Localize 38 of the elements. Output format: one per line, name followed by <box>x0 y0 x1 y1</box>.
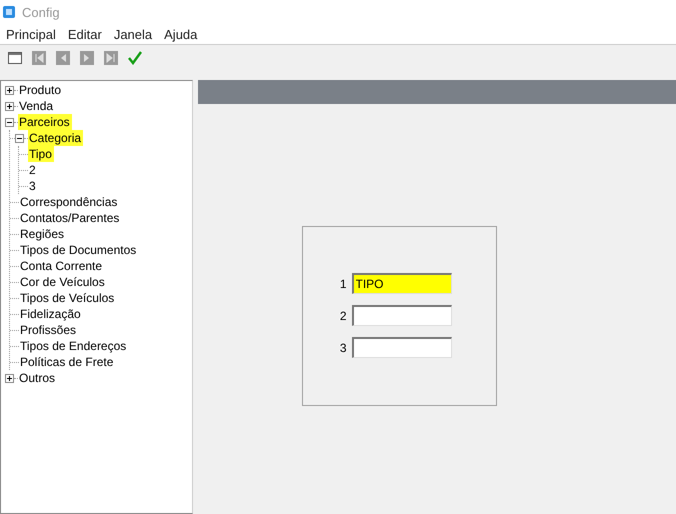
tree-item[interactable]: Outros <box>18 370 58 386</box>
tree-item[interactable]: Profissões <box>19 322 78 338</box>
tree-item[interactable]: Tipos de Endereços <box>19 338 128 354</box>
tree-item[interactable]: Produto <box>18 82 64 98</box>
tree-item[interactable]: Venda <box>18 98 56 114</box>
expand-icon[interactable] <box>5 374 14 382</box>
tree-item[interactable]: Fidelização <box>19 306 83 322</box>
menu-item[interactable]: Principal <box>0 26 62 42</box>
tree-item[interactable]: Correspondências <box>19 194 120 210</box>
tree-item[interactable]: Tipo <box>28 146 54 162</box>
tree-item[interactable]: Parceiros <box>18 114 72 130</box>
tree-item[interactable]: Tipos de Veículos <box>19 290 116 306</box>
expand-icon[interactable] <box>5 102 14 110</box>
app-icon <box>2 5 16 19</box>
expand-icon[interactable] <box>5 86 14 94</box>
field-label: 2 <box>340 308 346 322</box>
collapse-icon[interactable] <box>5 118 14 126</box>
tree-item[interactable]: Tipos de Documentos <box>19 242 138 258</box>
field-label: 3 <box>340 340 346 354</box>
tree-item[interactable]: Políticas de Frete <box>19 354 116 370</box>
tree-item[interactable]: Categoria <box>28 130 84 146</box>
collapse-icon[interactable] <box>15 134 24 142</box>
window-title: Config <box>22 4 60 20</box>
menu-item[interactable]: Janela <box>108 26 158 42</box>
input-field[interactable]: TIPO <box>352 273 452 294</box>
menu-item[interactable]: Editar <box>62 26 108 42</box>
tree-item[interactable]: 3 <box>28 178 38 194</box>
tree-item[interactable]: Regiões <box>19 226 66 242</box>
field-label: 1 <box>340 276 346 290</box>
input-field[interactable] <box>352 337 452 358</box>
tree-item[interactable]: 2 <box>28 162 38 178</box>
tree-item[interactable]: Contatos/Parentes <box>19 210 122 226</box>
menu-item[interactable]: Ajuda <box>158 26 204 42</box>
window-icon[interactable] <box>8 51 22 65</box>
tree-item[interactable]: Conta Corrente <box>19 258 104 274</box>
check-icon[interactable] <box>128 51 142 65</box>
input-field[interactable] <box>352 305 452 326</box>
tree-item[interactable]: Cor de Veículos <box>19 274 107 290</box>
